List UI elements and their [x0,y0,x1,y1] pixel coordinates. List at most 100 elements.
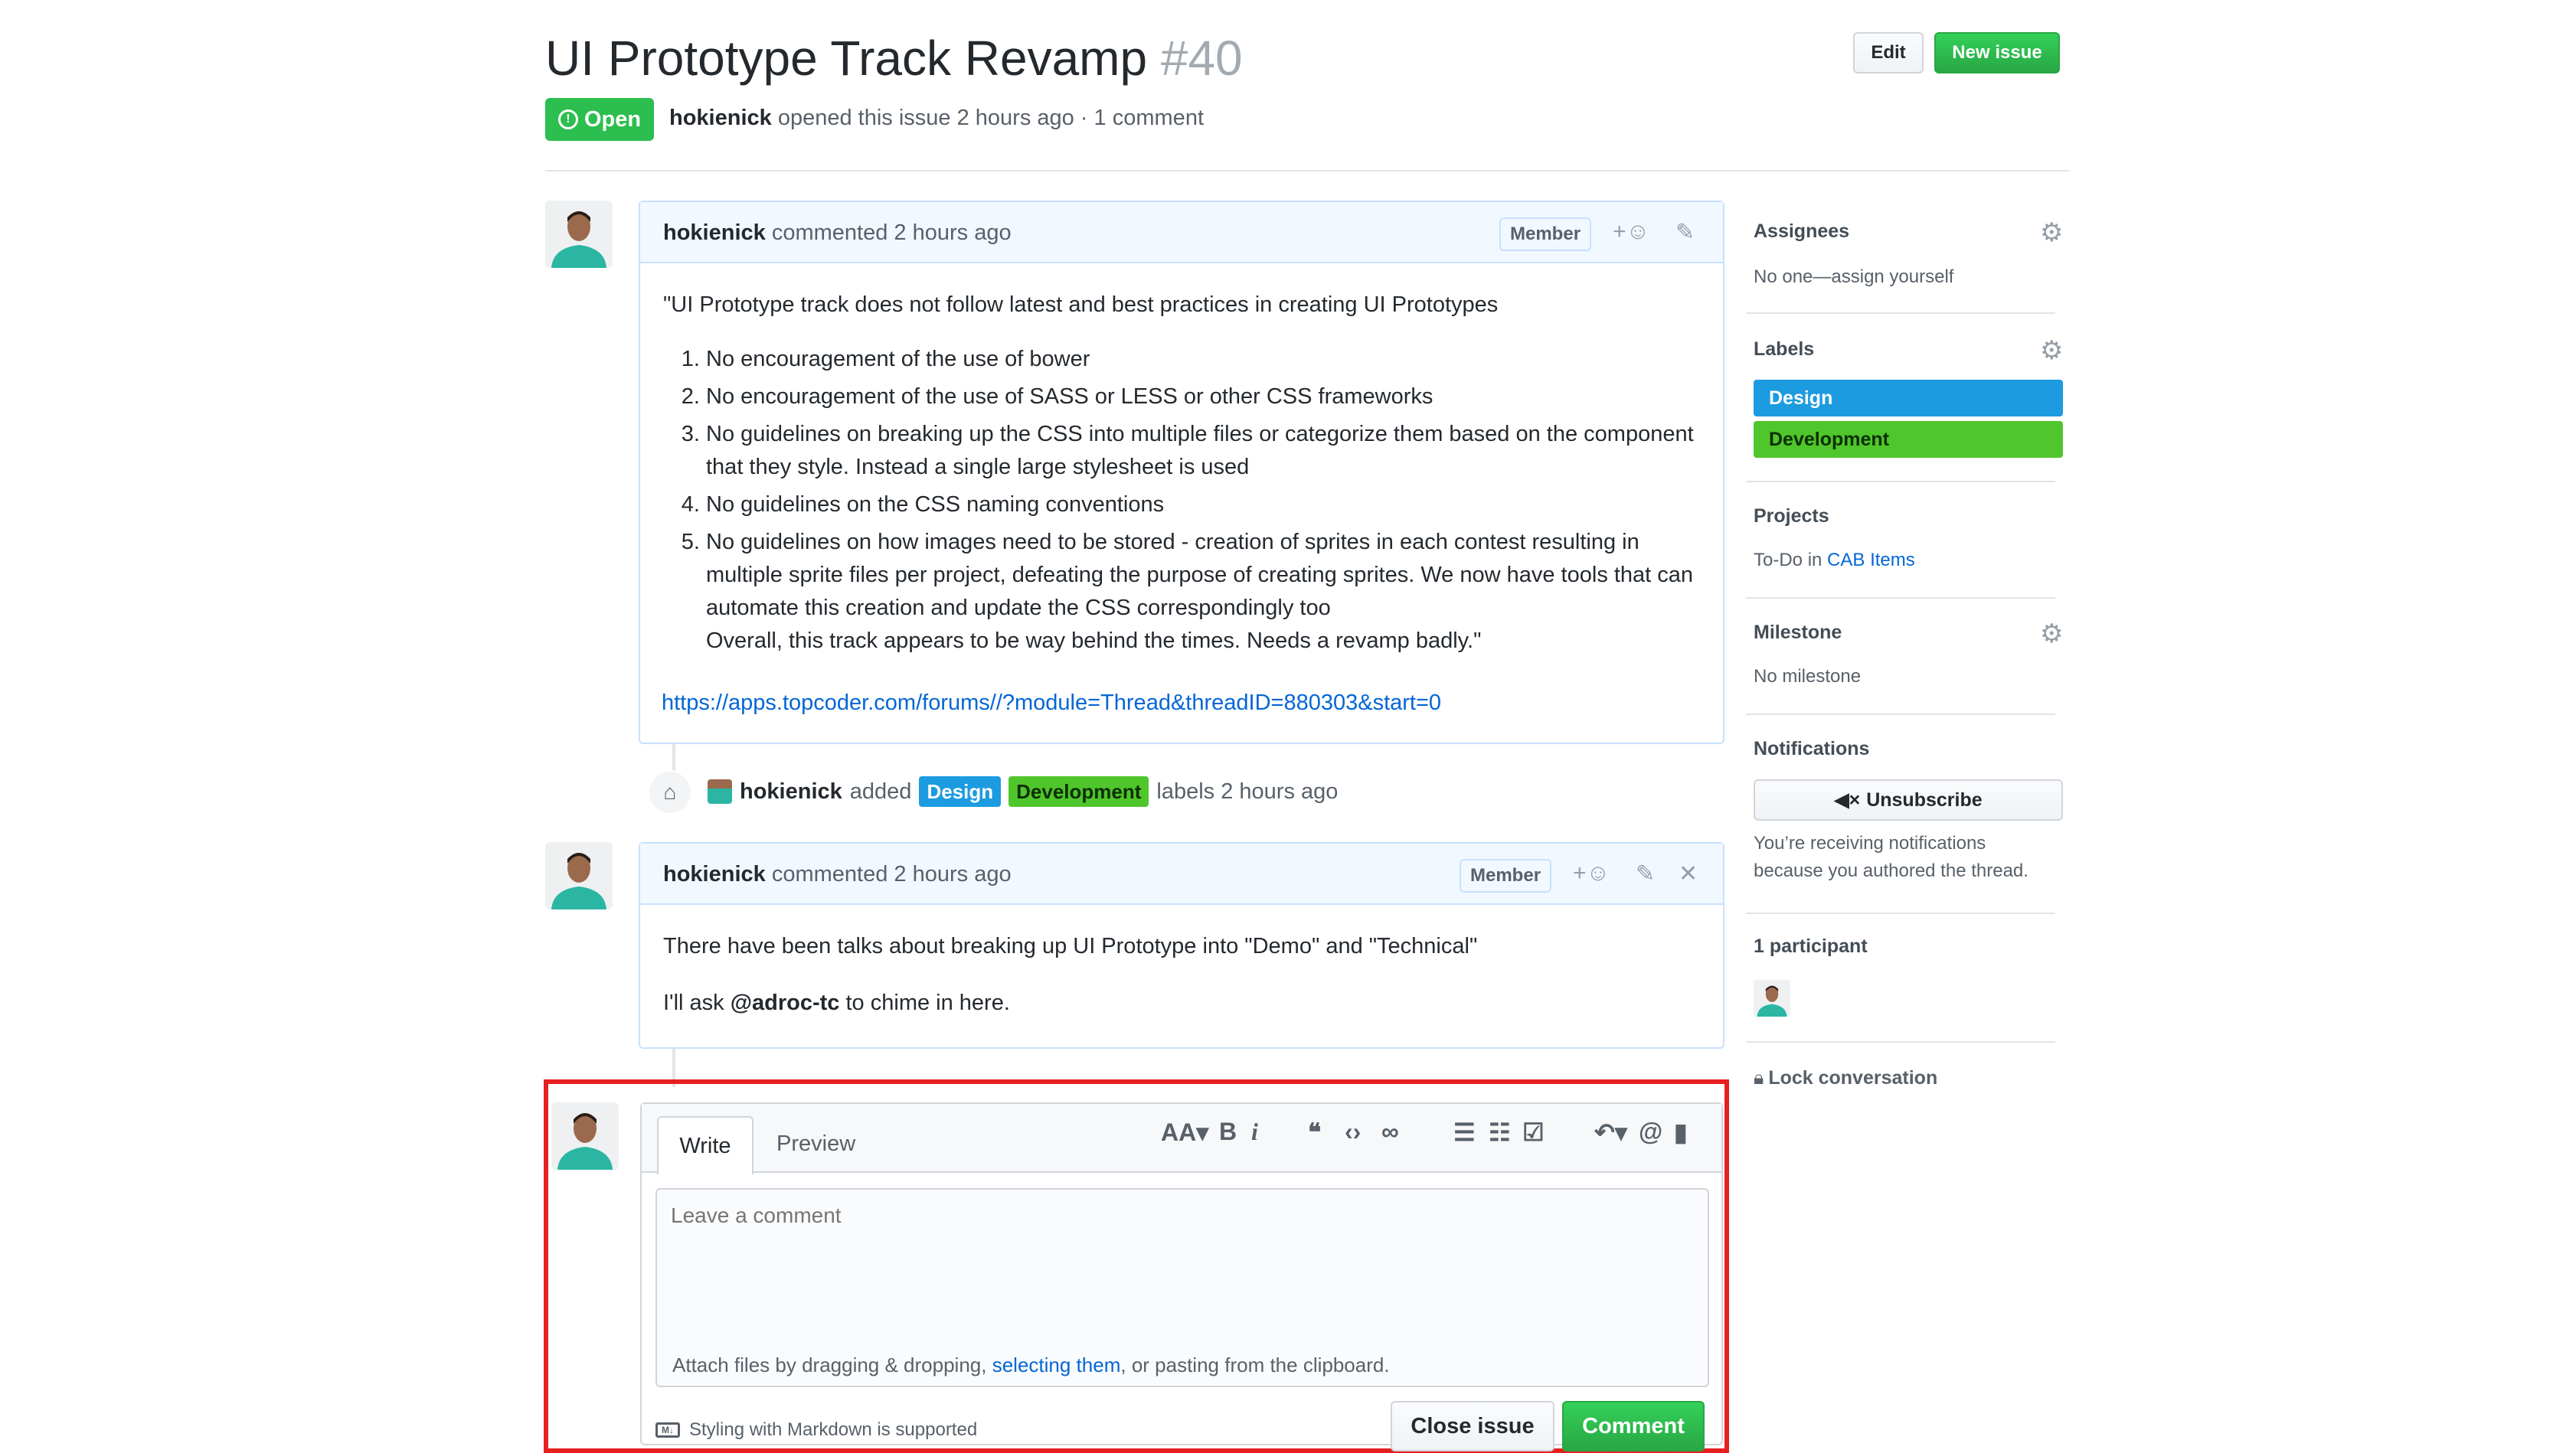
projects-value: To-Do in CAB Items [1754,550,1915,571]
notifications-note: You’re receiving notifications [1754,833,1986,854]
bold-icon[interactable]: B [1219,1118,1237,1146]
comment-line: I'll ask @adroc-tc to chime in here. [663,991,1010,1016]
tab-preview[interactable]: Preview [776,1131,855,1157]
labels-title[interactable]: Labels [1754,338,1814,361]
edit-button-label: Edit [1871,42,1906,63]
lock-conversation[interactable]: 🔒︎ Lock conversation [1754,1067,1937,1089]
milestone-value: No milestone [1754,666,1862,687]
issue-title: UI Prototype Track Revamp #40 [545,28,1243,89]
close-issue-button[interactable]: Close issue [1391,1401,1554,1451]
milestone-title[interactable]: Milestone [1754,622,1842,644]
mention-icon[interactable]: @ [1639,1118,1662,1146]
projects-prefix: To-Do in [1754,550,1822,570]
unordered-list-icon[interactable]: ☰ [1453,1118,1476,1147]
reply-icon[interactable]: ↶▾ [1594,1118,1627,1147]
comment-author[interactable]: hokienick [663,220,766,245]
comment-box: hokienick commented 2 hours ago Member +… [639,842,1724,1049]
comment-line: There have been talks about breaking up … [663,934,1478,958]
italic-icon[interactable]: i [1251,1118,1258,1146]
comment-text: to chime in here. [845,991,1010,1015]
bookmark-icon[interactable]: ▮ [1674,1118,1688,1147]
sidebar-label-text: Development [1769,429,1889,450]
participant-avatar[interactable] [1754,980,1790,1017]
event-author[interactable]: hokienick [740,779,842,805]
comment-outro: Overall, this track appears to be way be… [706,629,1482,653]
gear-icon[interactable]: ⚙ [2040,619,2063,649]
add-reaction-icon[interactable]: +☺ [1573,860,1610,886]
issue-meta-text: opened this issue 2 hours ago · 1 commen… [777,106,1204,130]
comment-meta[interactable]: commented 2 hours ago [772,862,1012,886]
sidebar-divider [1746,1041,2055,1043]
label-development[interactable]: Development [1008,776,1149,807]
participants-title: 1 participant [1754,935,1868,957]
avatar-image [1754,980,1790,1017]
comment-author-line: hokienick commented 2 hours ago [663,862,1012,887]
unsubscribe-button[interactable]: ◀× Unsubscribe [1754,779,2063,821]
avatar[interactable] [545,842,613,909]
assignees-value[interactable]: No one—assign yourself [1754,266,1953,288]
sidebar-label-design[interactable]: Design [1754,380,2063,416]
comment-header: hokienick commented 2 hours ago Member +… [640,844,1723,905]
new-issue-button[interactable]: New issue [1934,32,2060,73]
tab-write-label: Write [679,1133,731,1158]
lock-label: Lock conversation [1768,1067,1938,1089]
markdown-note-label: Styling with Markdown is supported [689,1419,978,1440]
comment-author[interactable]: hokienick [663,862,766,886]
markdown-note[interactable]: M↓ Styling with Markdown is supported [655,1419,977,1441]
gear-icon[interactable]: ⚙ [2040,335,2063,366]
event-avatar[interactable] [708,779,732,804]
list-item: No encouragement of the use of bower [706,343,1702,376]
avatar-image [551,1102,619,1170]
avatar[interactable] [545,201,613,268]
sidebar-label-text: Design [1769,387,1833,409]
gear-icon[interactable]: ⚙ [2040,217,2063,248]
member-badge-label: Member [1470,865,1541,886]
comment-textarea[interactable] [655,1188,1709,1346]
unsubscribe-label: Unsubscribe [1866,789,1983,811]
markdown-icon: M↓ [655,1422,680,1438]
comment-button[interactable]: Comment [1562,1401,1705,1451]
attach-text: , or pasting from the clipboard. [1120,1353,1390,1376]
list-item: No guidelines on how images need to be s… [706,526,1702,658]
header-divider [545,170,2069,171]
label-design[interactable]: Design [919,776,1002,807]
issue-meta: hokienick opened this issue 2 hours ago … [669,106,1204,131]
select-files-link[interactable]: selecting them [992,1353,1121,1376]
sidebar-divider [1746,312,2055,314]
close-icon[interactable]: ✕ [1679,860,1698,887]
attach-bar[interactable]: Attach files by dragging & dropping, sel… [655,1344,1709,1387]
projects-title[interactable]: Projects [1754,505,1829,527]
forum-link[interactable]: https://apps.topcoder.com/forums//?modul… [662,691,1441,716]
list-item-text: No guidelines on how images need to be s… [706,530,1694,620]
ordered-list-icon[interactable]: ☷ [1489,1118,1511,1147]
event-action: added [849,779,912,804]
sidebar-label-development[interactable]: Development [1754,421,2063,458]
lock-icon: 🔒︎ [1754,1067,1764,1089]
tag-icon: ⌂ [648,770,692,815]
text-size-icon[interactable]: AA▾ [1161,1118,1208,1147]
user-mention[interactable]: @adroc-tc [731,991,840,1015]
notifications-title: Notifications [1754,738,1870,759]
comment-meta[interactable]: commented 2 hours ago [772,220,1012,245]
assignees-title[interactable]: Assignees [1754,220,1849,243]
link-icon[interactable]: ∞ [1381,1118,1399,1146]
list-item: No guidelines on breaking up the CSS int… [706,418,1702,484]
issue-number: #40 [1160,31,1243,86]
code-icon[interactable]: ‹› [1345,1118,1361,1146]
state-label: Open [584,106,642,132]
task-list-icon[interactable]: ☑ [1522,1118,1545,1147]
edit-button[interactable]: Edit [1853,32,1924,73]
pencil-icon[interactable]: ✎ [1675,219,1695,246]
tab-preview-label: Preview [776,1131,856,1156]
state-badge: ! Open [545,98,654,141]
project-link[interactable]: CAB Items [1827,550,1915,570]
sidebar-divider [1746,597,2055,599]
pencil-icon[interactable]: ✎ [1636,860,1655,887]
sidebar-divider [1746,913,2055,914]
issue-author[interactable]: hokienick [669,106,772,130]
composer-box: Write Preview Attach files by dragging &… [640,1102,1723,1445]
quote-icon[interactable]: ❝ [1308,1118,1321,1147]
comment-button-label: Comment [1582,1413,1685,1438]
add-reaction-icon[interactable]: +☺ [1613,219,1649,245]
tab-write[interactable]: Write [657,1116,754,1174]
